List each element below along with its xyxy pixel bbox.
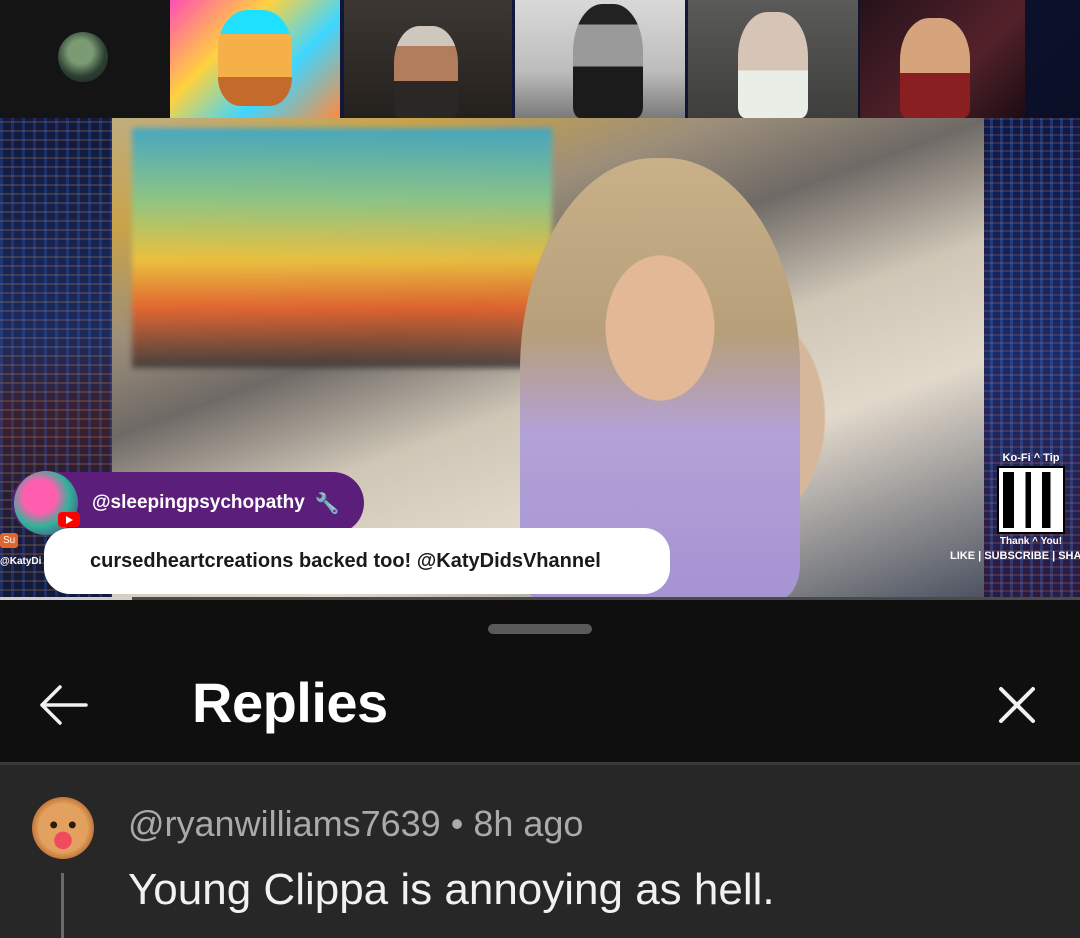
comment-meta: @ryanwilliams7639 • 8h ago — [128, 803, 583, 845]
qr-code — [997, 466, 1065, 534]
parent-comment: @ryanwilliams7639 • 8h ago Young Clippa … — [0, 765, 1080, 938]
webcam-row — [0, 0, 1080, 118]
superchat-avatar — [14, 471, 80, 535]
kofi-thanks: Thank ^ You! — [999, 536, 1063, 547]
avatar[interactable] — [32, 797, 94, 859]
drag-handle[interactable] — [488, 624, 592, 634]
video-player[interactable]: Su @KatyDi @sleepingpsychopathy 🔧 cursed… — [0, 0, 1080, 600]
page-title: Replies — [192, 671, 388, 734]
back-button[interactable] — [30, 672, 96, 738]
close-icon — [999, 687, 1035, 723]
webcam-tile — [170, 0, 340, 118]
video-progress-fill — [0, 597, 132, 600]
webcam-tile — [860, 0, 1025, 118]
webcam-tile — [515, 0, 685, 118]
superchat-author-pill: @sleepingpsychopathy 🔧 — [12, 471, 364, 535]
arrow-left-icon — [40, 685, 88, 725]
background-window — [132, 128, 552, 368]
sheet-header: Replies — [0, 648, 1080, 762]
comment-time: 8h ago — [473, 803, 584, 844]
webcam-tile — [344, 0, 512, 118]
side-tag-top: Su — [0, 533, 19, 548]
promo-line: LIKE | SUBSCRIBE | SHAR — [950, 550, 1080, 562]
side-tag: Su @KatyDi — [0, 530, 42, 570]
kofi-label: Ko-Fi ^ Tip — [1002, 452, 1060, 464]
superchat-handle: @sleepingpsychopathy — [92, 492, 305, 513]
youtube-icon — [58, 512, 80, 527]
superchat-message: cursedheartcreations backed too! @KatyDi… — [44, 528, 670, 594]
wrench-icon: 🔧 — [314, 492, 340, 515]
side-tag-bottom: @KatyDi — [0, 556, 42, 567]
profile-picture — [58, 32, 108, 82]
video-progress-bar[interactable] — [0, 597, 1080, 600]
meta-separator: • — [450, 803, 464, 844]
thread-line — [61, 873, 64, 938]
comment-text: Young Clippa is annoying as hell. — [128, 865, 775, 914]
webcam-tile — [0, 0, 170, 118]
replies-sheet: Replies @ryanwilliams7639 • 8h ago Young… — [0, 604, 1080, 938]
webcam-tile — [688, 0, 858, 118]
comment-author[interactable]: @ryanwilliams7639 — [128, 803, 441, 844]
kofi-panel: Ko-Fi ^ Tip Thank ^ You! — [988, 452, 1074, 547]
close-button[interactable] — [984, 672, 1050, 738]
